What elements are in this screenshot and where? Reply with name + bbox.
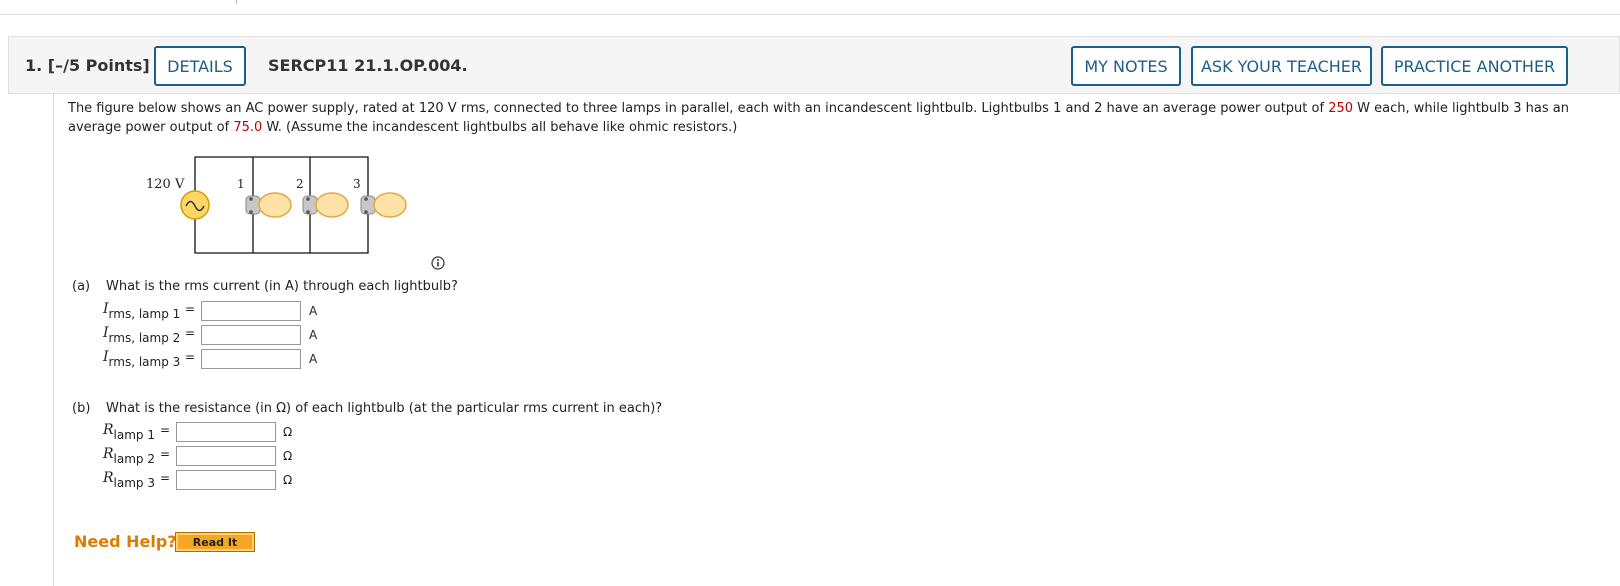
var-label: Irms, lamp 2 [103,325,181,345]
unit-label: Ω [283,449,293,463]
details-button[interactable]: DETAILS [154,46,246,86]
part-a-text: What is the rms current (in A) through e… [106,279,458,294]
power-value-12: 250 [1328,101,1354,116]
question-left-rule [53,94,54,586]
unit-label: A [309,328,318,342]
lightbulb-1-icon [245,192,292,218]
equals-sign: = [160,423,171,437]
power-value-3: 75.0 [233,120,263,135]
source-voltage-label: 120 V [146,177,185,192]
resistance-lamp-1-input[interactable] [176,422,276,442]
question-id: SERCP11 21.1.OP.004. [268,56,468,75]
var-label: Rlamp 2 [103,446,155,466]
question-header: 1. [–/5 Points] DETAILS SERCP11 21.1.OP.… [8,36,1620,94]
ask-teacher-button[interactable]: ASK YOUR TEACHER [1191,46,1372,86]
lamp-label-2: 2 [296,177,304,191]
ac-source-icon [180,190,210,220]
question-number-points: 1. [–/5 Points] [25,56,150,75]
unit-label: Ω [283,473,293,487]
need-help-label: Need Help? [74,532,177,551]
lamp-label-3: 3 [353,177,361,191]
var-label: Rlamp 1 [103,422,155,442]
unit-label: A [309,304,318,318]
read-it-button[interactable]: Read It [175,532,255,552]
lightbulb-2-icon [302,192,349,218]
part-b-text: What is the resistance (in Ω) of each li… [106,401,663,416]
current-lamp-2-input[interactable] [201,325,301,345]
unit-label: Ω [283,425,293,439]
current-lamp-1-input[interactable] [201,301,301,321]
resistance-lamp-2-input[interactable] [176,446,276,466]
current-lamp-3-input[interactable] [201,349,301,369]
equals-sign: = [185,326,196,340]
practice-another-button[interactable]: PRACTICE ANOTHER [1381,46,1568,86]
var-label: Irms, lamp 3 [103,349,181,369]
part-b-question: (b) What is the resistance (in Ω) of each… [72,401,662,416]
resistance-lamp-3-input[interactable] [176,470,276,490]
part-b-label: (b) [72,401,91,416]
my-notes-button[interactable]: MY NOTES [1071,46,1181,86]
part-a-label: (a) [72,279,91,294]
equals-sign: = [160,447,171,461]
info-icon[interactable] [431,255,445,274]
lightbulb-3-icon [360,192,407,218]
part-a-question: (a) What is the rms current (in A) throug… [72,279,458,294]
lamp-label-1: 1 [237,177,245,191]
var-label: Rlamp 3 [103,470,155,490]
var-label: Irms, lamp 1 [103,301,181,321]
top-divider [0,14,1620,15]
top-divider-mark [236,0,237,4]
unit-label: A [309,352,318,366]
equals-sign: = [160,471,171,485]
equals-sign: = [185,302,196,316]
question-prompt: The figure below shows an AC power suppl… [68,101,1569,135]
circuit-figure: 120 V 1 2 3 [140,155,440,267]
equals-sign: = [185,350,196,364]
